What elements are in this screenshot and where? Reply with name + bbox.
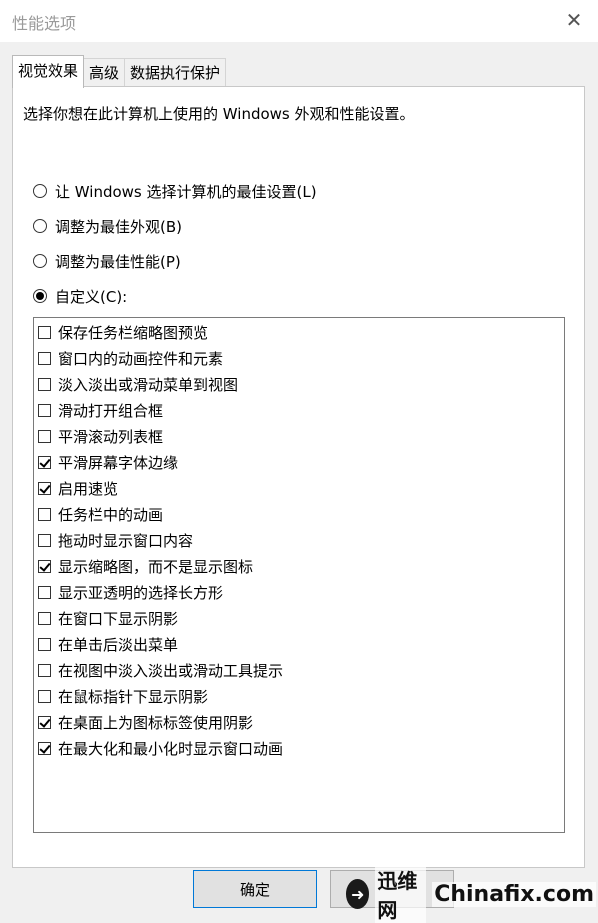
radio-label: 调整为最佳外观(B) — [55, 217, 182, 236]
checkbox[interactable] — [38, 637, 51, 651]
checkbox[interactable] — [38, 741, 51, 755]
radio-button[interactable] — [33, 289, 47, 303]
watermark-logo-icon: ➜ — [346, 879, 370, 909]
list-item[interactable]: 平滑屏幕字体边缘 — [38, 450, 178, 474]
checkbox[interactable] — [38, 611, 51, 625]
option-label: 滑动打开组合框 — [58, 401, 164, 420]
option-label: 平滑滚动列表框 — [58, 427, 164, 446]
checkbox[interactable] — [38, 559, 51, 573]
watermark-brand: 迅维网 — [375, 865, 427, 923]
list-item[interactable]: 显示缩略图，而不是显示图标 — [38, 554, 253, 578]
title-bar: 性能选项 ✕ — [0, 0, 598, 42]
radio-best-performance[interactable]: 调整为最佳性能(P) — [33, 250, 181, 272]
tab-panel: 选择你想在此计算机上使用的 Windows 外观和性能设置。 让 Windows… — [12, 86, 585, 868]
radio-custom[interactable]: 自定义(C): — [33, 285, 127, 307]
list-item[interactable]: 任务栏中的动画 — [38, 502, 163, 526]
checkbox[interactable] — [38, 715, 51, 729]
list-item[interactable]: 在单击后淡出菜单 — [38, 632, 178, 656]
list-item[interactable]: 在窗口下显示阴影 — [38, 606, 178, 630]
list-item[interactable]: 启用速览 — [38, 476, 118, 500]
checkbox[interactable] — [38, 403, 51, 417]
list-item[interactable]: 淡入淡出或滑动菜单到视图 — [38, 372, 238, 396]
radio-button[interactable] — [33, 184, 47, 198]
checkbox[interactable] — [38, 689, 51, 703]
list-item[interactable]: 平滑滚动列表框 — [38, 424, 163, 448]
option-label: 在鼠标指针下显示阴影 — [58, 687, 209, 706]
option-label: 拖动时显示窗口内容 — [58, 531, 194, 550]
window-title: 性能选项 — [12, 14, 77, 33]
checkbox[interactable] — [38, 585, 51, 599]
description-text: 选择你想在此计算机上使用的 Windows 外观和性能设置。 — [23, 105, 415, 123]
option-label: 保存任务栏缩略图预览 — [58, 323, 209, 342]
checkbox[interactable] — [38, 481, 51, 495]
list-item[interactable]: 显示亚透明的选择长方形 — [38, 580, 223, 604]
tab-visual-effects[interactable]: 视觉效果 — [12, 55, 85, 88]
radio-best-appearance[interactable]: 调整为最佳外观(B) — [33, 215, 182, 237]
option-label: 在视图中淡入淡出或滑动工具提示 — [58, 661, 284, 680]
checkbox[interactable] — [38, 663, 51, 677]
option-label: 在桌面上为图标标签使用阴影 — [58, 713, 254, 732]
checkbox[interactable] — [38, 351, 51, 365]
checkbox[interactable] — [38, 429, 51, 443]
close-icon[interactable]: ✕ — [564, 10, 584, 30]
list-item[interactable]: 拖动时显示窗口内容 — [38, 528, 193, 552]
list-item[interactable]: 在最大化和最小化时显示窗口动画 — [38, 736, 283, 760]
option-label: 在最大化和最小化时显示窗口动画 — [58, 739, 284, 758]
checkbox[interactable] — [38, 325, 51, 339]
ok-button[interactable]: 确定 — [193, 870, 317, 908]
checkbox[interactable] — [38, 455, 51, 469]
option-label: 在窗口下显示阴影 — [58, 609, 179, 628]
list-item[interactable]: 窗口内的动画控件和元素 — [38, 346, 223, 370]
tab-data-execution-prevention[interactable]: 数据执行保护 — [124, 58, 227, 87]
option-label: 显示亚透明的选择长方形 — [58, 583, 224, 602]
checkbox[interactable] — [38, 507, 51, 521]
checkbox[interactable] — [38, 533, 51, 547]
list-item[interactable]: 在视图中淡入淡出或滑动工具提示 — [38, 658, 283, 682]
checkbox[interactable] — [38, 377, 51, 391]
watermark-site: Chinafix.com — [432, 881, 596, 907]
list-item[interactable]: 保存任务栏缩略图预览 — [38, 320, 208, 344]
visual-effects-list[interactable]: 保存任务栏缩略图预览 窗口内的动画控件和元素 淡入淡出或滑动菜单到视图 滑动打开… — [33, 317, 565, 833]
radio-let-windows-choose[interactable]: 让 Windows 选择计算机的最佳设置(L) — [33, 180, 317, 202]
radio-button[interactable] — [33, 254, 47, 268]
radio-label: 让 Windows 选择计算机的最佳设置(L) — [55, 182, 317, 201]
list-item[interactable]: 在桌面上为图标标签使用阴影 — [38, 710, 253, 734]
option-label: 平滑屏幕字体边缘 — [58, 453, 179, 472]
option-label: 淡入淡出或滑动菜单到视图 — [58, 375, 239, 394]
option-label: 任务栏中的动画 — [58, 505, 164, 524]
tab-advanced[interactable]: 高级 — [83, 58, 126, 87]
option-label: 启用速览 — [58, 479, 119, 498]
option-label: 窗口内的动画控件和元素 — [58, 349, 224, 368]
radio-label: 调整为最佳性能(P) — [55, 252, 181, 271]
radio-label: 自定义(C): — [55, 287, 128, 306]
option-label: 显示缩略图，而不是显示图标 — [58, 557, 254, 576]
option-label: 在单击后淡出菜单 — [58, 635, 179, 654]
tab-strip: 视觉效果 高级 数据执行保护 — [12, 55, 227, 88]
list-item[interactable]: 在鼠标指针下显示阴影 — [38, 684, 208, 708]
radio-button[interactable] — [33, 219, 47, 233]
watermark: ➜ 迅维网 Chinafix.com — [346, 865, 596, 923]
list-item[interactable]: 滑动打开组合框 — [38, 398, 163, 422]
